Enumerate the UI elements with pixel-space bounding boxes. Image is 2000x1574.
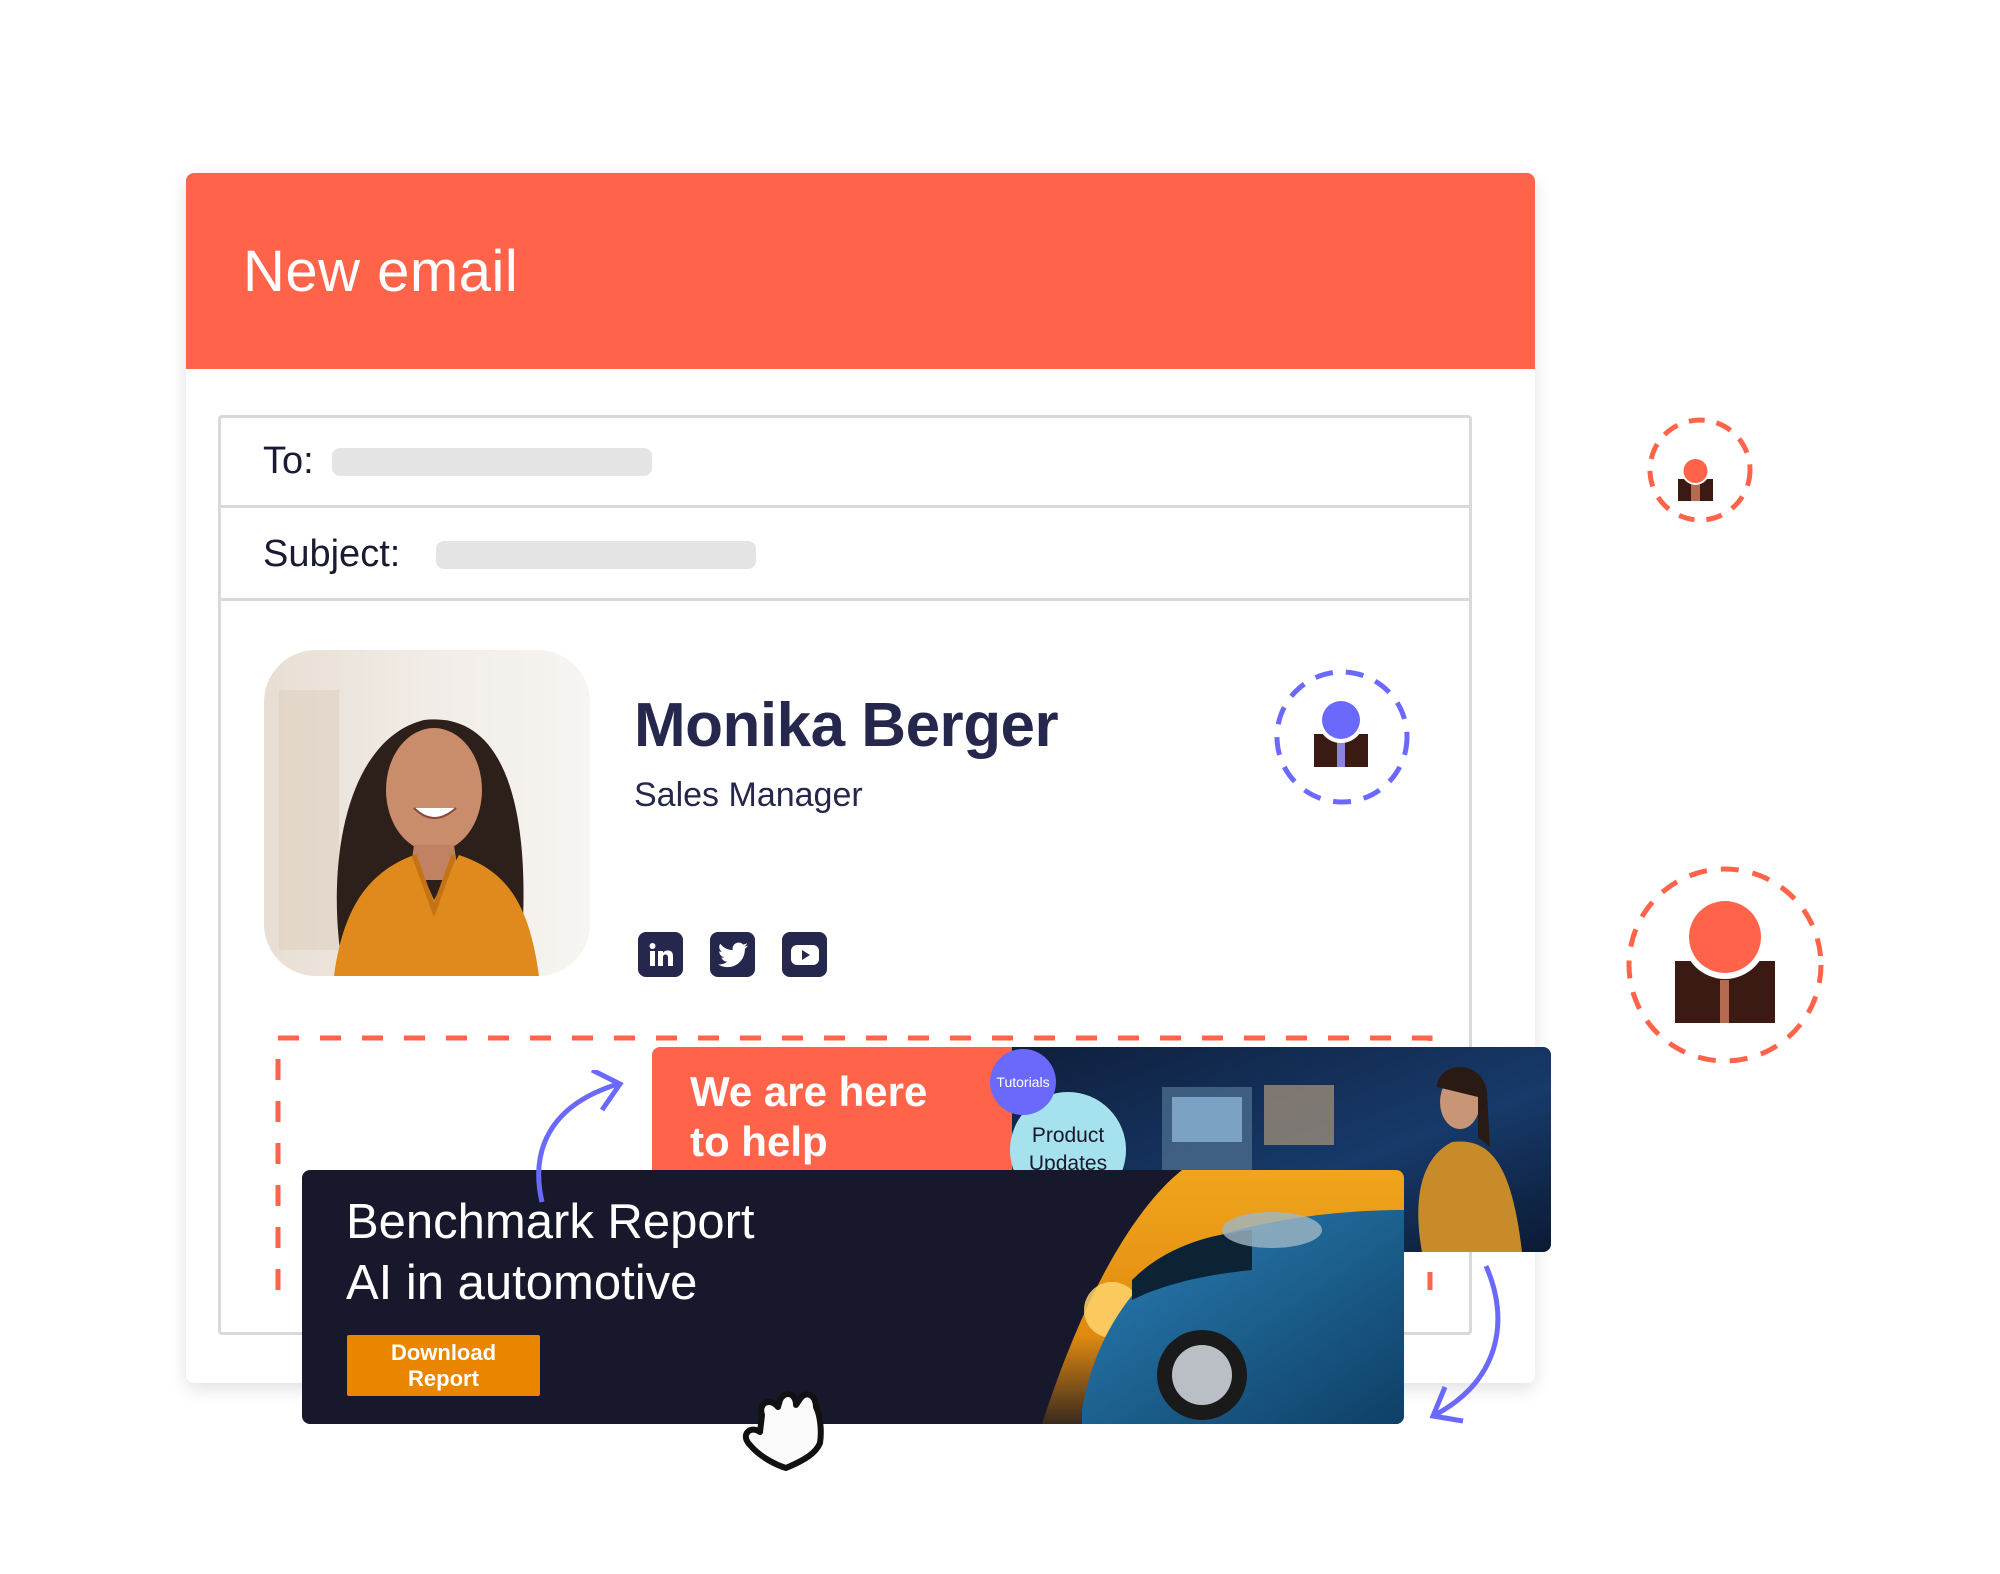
tutorials-tag: Tutorials [990, 1049, 1056, 1115]
divider [218, 505, 1472, 508]
arrow-up-right-icon [536, 1070, 624, 1203]
help-headline-line2: to help [690, 1118, 828, 1165]
report-title-line2: AI in automotive [346, 1256, 698, 1310]
to-label: To: [263, 440, 314, 482]
avatar-badge-large [1626, 866, 1824, 1064]
avatar-badge-small [1647, 417, 1753, 523]
signature-job-title: Sales Manager [634, 776, 863, 814]
help-headline-line1: We are here [690, 1068, 928, 1115]
subject-input[interactable] [436, 541, 756, 569]
report-banner[interactable]: Benchmark Report AI in automotive Downlo… [302, 1170, 1404, 1424]
signature-name: Monika Berger [634, 691, 1059, 760]
profile-photo [264, 650, 590, 976]
twitter-icon[interactable] [710, 932, 755, 977]
avatar-badge-purple [1274, 669, 1410, 805]
report-title: Benchmark Report AI in automotive [346, 1192, 755, 1314]
hand-cursor-icon [742, 1391, 824, 1471]
subject-label: Subject: [263, 533, 401, 575]
to-input[interactable] [332, 448, 652, 476]
download-report-button[interactable]: Download Report [347, 1335, 540, 1396]
help-headline: We are here to help [690, 1067, 927, 1167]
email-title: New email [243, 239, 519, 304]
arrow-down-left-icon [1429, 1264, 1501, 1424]
product-updates-line1: Product [1031, 1124, 1105, 1147]
divider [218, 598, 1472, 601]
youtube-icon[interactable] [782, 932, 827, 977]
linkedin-icon[interactable] [638, 932, 683, 977]
